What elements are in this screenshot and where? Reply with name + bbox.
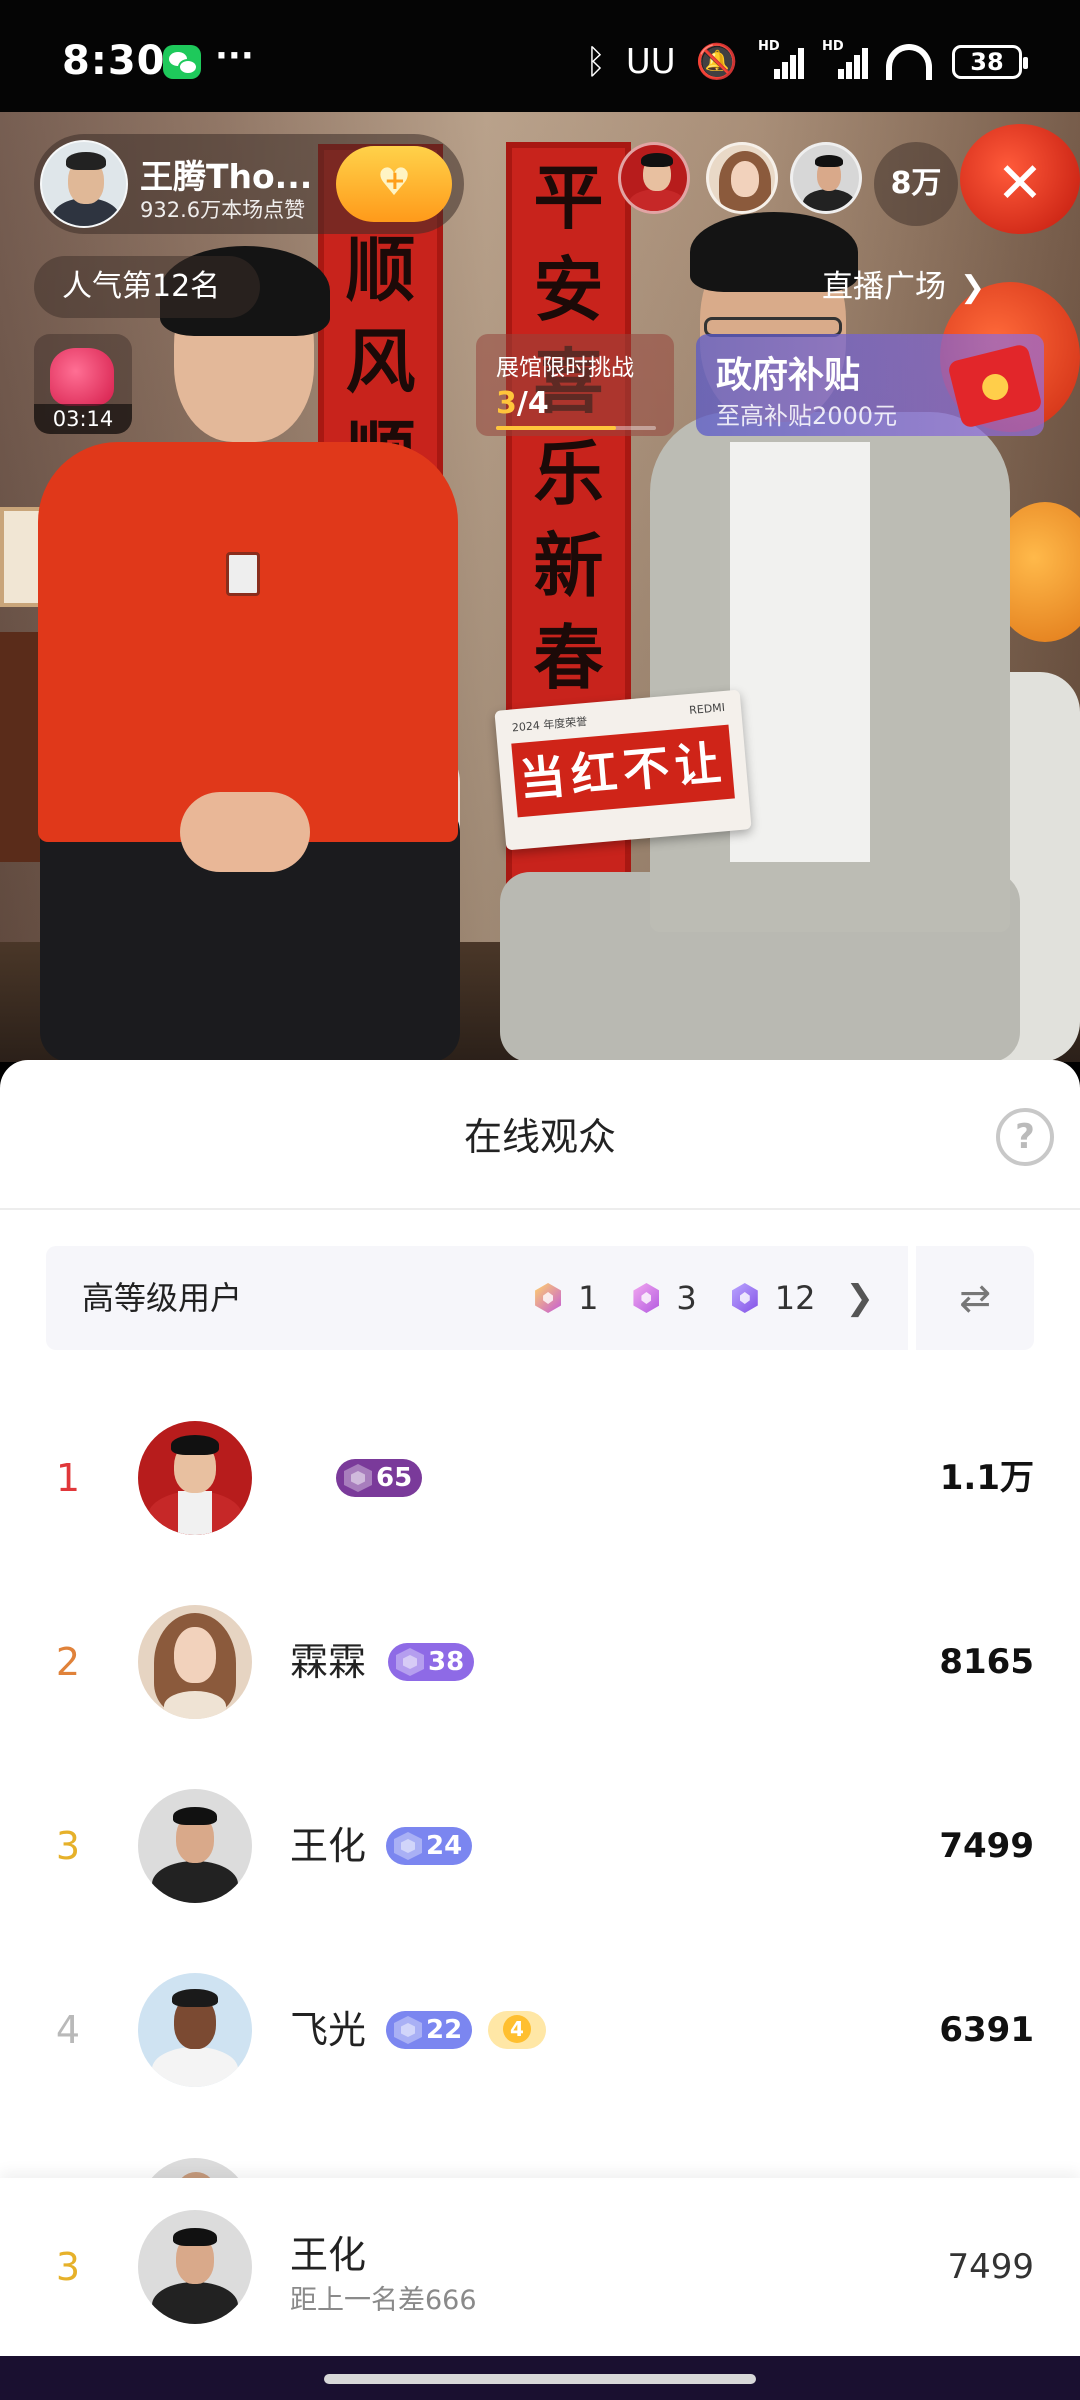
level-badge: 65 bbox=[336, 1459, 423, 1497]
exhibition-challenge-card[interactable]: 展馆限时挑战 3/4 bbox=[476, 334, 674, 436]
rank-number: 2 bbox=[55, 1640, 81, 1684]
home-gesture-handle[interactable] bbox=[324, 2374, 756, 2384]
bluetooth-icon: ᛒ bbox=[585, 42, 606, 82]
live-video[interactable]: 顺 风 顺 平 安 喜 乐 新 春 意 2024 年度荣誉 bbox=[0, 112, 1080, 1062]
my-avatar[interactable] bbox=[138, 2210, 252, 2324]
avatar[interactable] bbox=[138, 1605, 252, 1719]
wechat-icon bbox=[163, 45, 201, 79]
contribution-score: 6391 bbox=[939, 2010, 1034, 2050]
swap-sort-icon[interactable]: ⇄ bbox=[916, 1246, 1034, 1350]
table-row[interactable]: 2 霖霖 38 8165 bbox=[0, 1570, 1080, 1754]
viewer-count-button[interactable]: 8万 bbox=[874, 142, 958, 226]
status-icons: ᛒ ᑌᑌ 🔕 HD HD 38 bbox=[585, 39, 1028, 84]
high-level-users-bar[interactable]: 高等级用户 1 3 12 ❯ bbox=[46, 1246, 908, 1350]
guest-person bbox=[0, 112, 520, 1062]
mute-icon: 🔕 bbox=[695, 42, 738, 82]
signal-1-icon: HD bbox=[758, 39, 804, 79]
signal-2-icon: HD bbox=[822, 39, 868, 79]
system-nav-bar bbox=[0, 2356, 1080, 2400]
plus-icon: + bbox=[384, 166, 406, 196]
challenge-progress-text: 3/4 bbox=[496, 386, 549, 421]
high-level-users-label: 高等级用户 bbox=[82, 1279, 243, 1317]
contribution-score: 8165 bbox=[939, 1642, 1034, 1682]
my-score: 7499 bbox=[947, 2247, 1034, 2287]
fan-level: 4 bbox=[503, 2015, 531, 2043]
table-row[interactable]: 1 65 1.1万 bbox=[0, 1386, 1080, 1570]
contribution-score: 1.1万 bbox=[939, 1458, 1034, 1498]
contribution-score: 7499 bbox=[939, 1826, 1034, 1866]
challenge-title: 展馆限时挑战 bbox=[496, 355, 634, 381]
wifi-icon bbox=[886, 44, 932, 80]
table-row[interactable]: 4 飞光 22 4 6391 bbox=[0, 1938, 1080, 2122]
level-badge: 22 bbox=[386, 2011, 473, 2049]
challenge-progress-bar bbox=[496, 426, 656, 430]
battery-icon: 38 bbox=[952, 45, 1028, 79]
popularity-rank-pill[interactable]: 人气第12名 bbox=[34, 256, 261, 318]
avatar[interactable] bbox=[138, 1973, 252, 2087]
rank-number: 4 bbox=[55, 2008, 81, 2052]
avatar[interactable] bbox=[138, 1421, 252, 1535]
subsidy-subtitle: 至高补贴2000元 bbox=[716, 402, 898, 430]
online-audience-sheet: 在线观众 ? 高等级用户 1 3 12 ❯ ⇄ 1 65 1.1万 2 霖霖 3… bbox=[0, 1060, 1080, 2358]
more-notifications-icon: ··· bbox=[215, 36, 254, 76]
top-viewer-avatar-2[interactable] bbox=[706, 142, 778, 214]
host-avatar[interactable] bbox=[40, 140, 128, 228]
government-subsidy-banner[interactable]: 政府补贴 至高补贴2000元 bbox=[696, 334, 1044, 436]
user-name: 霖霖 bbox=[290, 1640, 367, 1684]
avatar[interactable] bbox=[138, 1789, 252, 1903]
level-badge: 24 bbox=[386, 1827, 473, 1865]
earbuds-icon: ᑌᑌ bbox=[625, 42, 676, 82]
sheet-title: 在线观众 bbox=[463, 1115, 616, 1159]
help-icon[interactable]: ? bbox=[996, 1108, 1054, 1166]
fan-badge: 4 bbox=[488, 2011, 546, 2049]
level-badge: 38 bbox=[388, 1643, 475, 1681]
my-rank-row[interactable]: 3 王化 距上一名差666 7499 bbox=[0, 2178, 1080, 2356]
gift-timer: 03:14 bbox=[34, 404, 132, 434]
my-rank-number: 3 bbox=[55, 2245, 81, 2289]
host-name: 王腾Tho... bbox=[140, 157, 313, 196]
challenge-progress-fill bbox=[496, 426, 616, 430]
live-plaza-label: 直播广场 bbox=[822, 269, 946, 305]
rank-number: 1 bbox=[55, 1456, 81, 1500]
chevron-right-icon: ❯ bbox=[960, 270, 986, 305]
top-viewer-avatar-3[interactable] bbox=[790, 142, 862, 214]
close-icon[interactable]: ✕ bbox=[978, 142, 1062, 226]
chevron-right-icon: ❯ bbox=[845, 1278, 875, 1318]
top-viewer-avatar-1[interactable] bbox=[618, 142, 690, 214]
award-sign: 2024 年度荣誉 REDMI 当红不让 bbox=[494, 689, 752, 851]
live-plaza-link[interactable]: 直播广场 ❯ bbox=[822, 256, 1080, 318]
gift-bag-icon bbox=[50, 348, 114, 406]
host-likes: 932.6万本场点赞 bbox=[140, 198, 306, 222]
host-person bbox=[500, 112, 1080, 1062]
host-info-pill[interactable]: 王腾Tho... 932.6万本场点赞 ♥ + bbox=[34, 134, 464, 234]
level-count-3: 12 bbox=[774, 1279, 816, 1317]
subsidy-title: 政府补贴 bbox=[716, 355, 861, 396]
level-counts: 1 3 12 ❯ bbox=[530, 1246, 874, 1350]
level-count-1: 1 bbox=[578, 1279, 599, 1317]
table-row[interactable]: 3 王化 24 7499 bbox=[0, 1754, 1080, 1938]
divider bbox=[0, 1208, 1080, 1210]
rank-number: 3 bbox=[55, 1824, 81, 1868]
red-packet-icon bbox=[946, 343, 1044, 429]
level-count-2: 3 bbox=[676, 1279, 697, 1317]
status-time: 8:30 bbox=[62, 38, 166, 84]
purple-gem-icon bbox=[727, 1280, 763, 1316]
gap-to-previous: 距上一名差666 bbox=[290, 2285, 477, 2316]
pink-gem-icon bbox=[628, 1280, 664, 1316]
user-name: 王化 bbox=[290, 1824, 367, 1868]
user-name: 飞光 bbox=[290, 2008, 367, 2052]
gift-bag-widget[interactable]: 03:14 bbox=[34, 334, 132, 434]
crown-gem-icon bbox=[530, 1280, 566, 1316]
follow-button[interactable]: ♥ + bbox=[336, 146, 452, 222]
status-bar: 8:30 ··· ᛒ ᑌᑌ 🔕 HD HD 38 bbox=[0, 0, 1080, 112]
my-name: 王化 bbox=[290, 2233, 367, 2277]
